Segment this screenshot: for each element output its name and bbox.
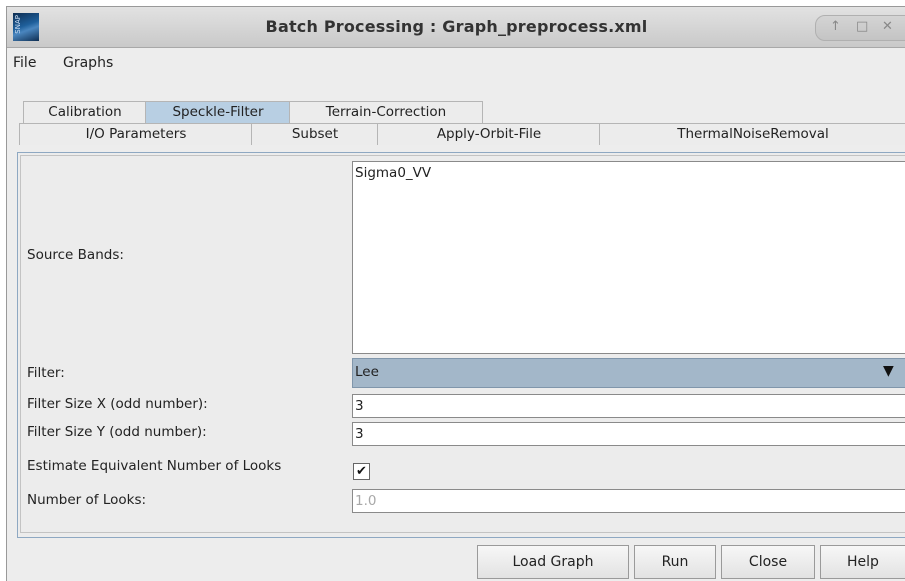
tab-row-2: I/O Parameters Subset Apply-Orbit-File T… — [7, 123, 905, 145]
source-bands-label: Source Bands: — [27, 247, 124, 263]
menu-bar: File Graphs — [7, 51, 905, 75]
title-bar[interactable]: SNAP Batch Processing : Graph_preprocess… — [7, 7, 905, 48]
tab-apply-orbit-file[interactable]: Apply-Orbit-File — [377, 123, 601, 145]
filter-dropdown[interactable]: Lee ▼ — [352, 358, 905, 388]
restore-icon[interactable]: □ — [856, 19, 868, 34]
run-button[interactable]: Run — [634, 545, 716, 579]
filter-size-y-label: Filter Size Y (odd number): — [27, 424, 207, 440]
batch-processing-window: SNAP Batch Processing : Graph_preprocess… — [6, 6, 905, 581]
load-graph-button[interactable]: Load Graph — [477, 545, 629, 579]
filter-size-y-input[interactable]: 3 — [352, 422, 905, 446]
window-title: Batch Processing : Graph_preprocess.xml — [265, 17, 648, 36]
filter-size-x-input[interactable]: 3 — [352, 394, 905, 418]
tab-row-1: Calibration Speckle-Filter Terrain-Corre… — [7, 101, 905, 123]
tab-subset[interactable]: Subset — [251, 123, 379, 145]
estimate-enl-label: Estimate Equivalent Number of Looks — [27, 458, 282, 474]
parameters-form: Source Bands: Sigma0_VV Filter: Lee ▼ Fi… — [20, 155, 905, 533]
dropdown-arrow-icon[interactable]: ▼ — [883, 363, 894, 379]
tab-io-parameters[interactable]: I/O Parameters — [19, 123, 253, 145]
filter-label: Filter: — [27, 365, 65, 381]
source-bands-list[interactable]: Sigma0_VV — [352, 161, 905, 354]
filter-size-x-label: Filter Size X (odd number): — [27, 396, 208, 412]
number-of-looks-input: 1.0 — [352, 489, 905, 513]
maximize-arrow-icon[interactable]: ↑ — [830, 19, 841, 34]
number-of-looks-label: Number of Looks: — [27, 492, 147, 508]
tab-thermal-noise-removal[interactable]: ThermalNoiseRemoval — [599, 123, 905, 145]
speckle-filter-panel: Source Bands: Sigma0_VV Filter: Lee ▼ Fi… — [17, 152, 905, 538]
window-controls: ↑ □ ✕ — [815, 15, 905, 41]
menu-graphs[interactable]: Graphs — [63, 55, 113, 71]
menu-file[interactable]: File — [13, 55, 36, 71]
tab-speckle-filter[interactable]: Speckle-Filter — [145, 101, 291, 123]
tab-calibration[interactable]: Calibration — [23, 101, 147, 123]
filter-selected-value: Lee — [355, 364, 379, 380]
estimate-enl-checkbox[interactable]: ✔ — [353, 463, 370, 480]
close-window-icon[interactable]: ✕ — [882, 19, 893, 34]
help-button[interactable]: Help — [820, 545, 905, 579]
list-item[interactable]: Sigma0_VV — [355, 165, 431, 181]
close-button[interactable]: Close — [721, 545, 815, 579]
tab-terrain-correction[interactable]: Terrain-Correction — [289, 101, 483, 123]
